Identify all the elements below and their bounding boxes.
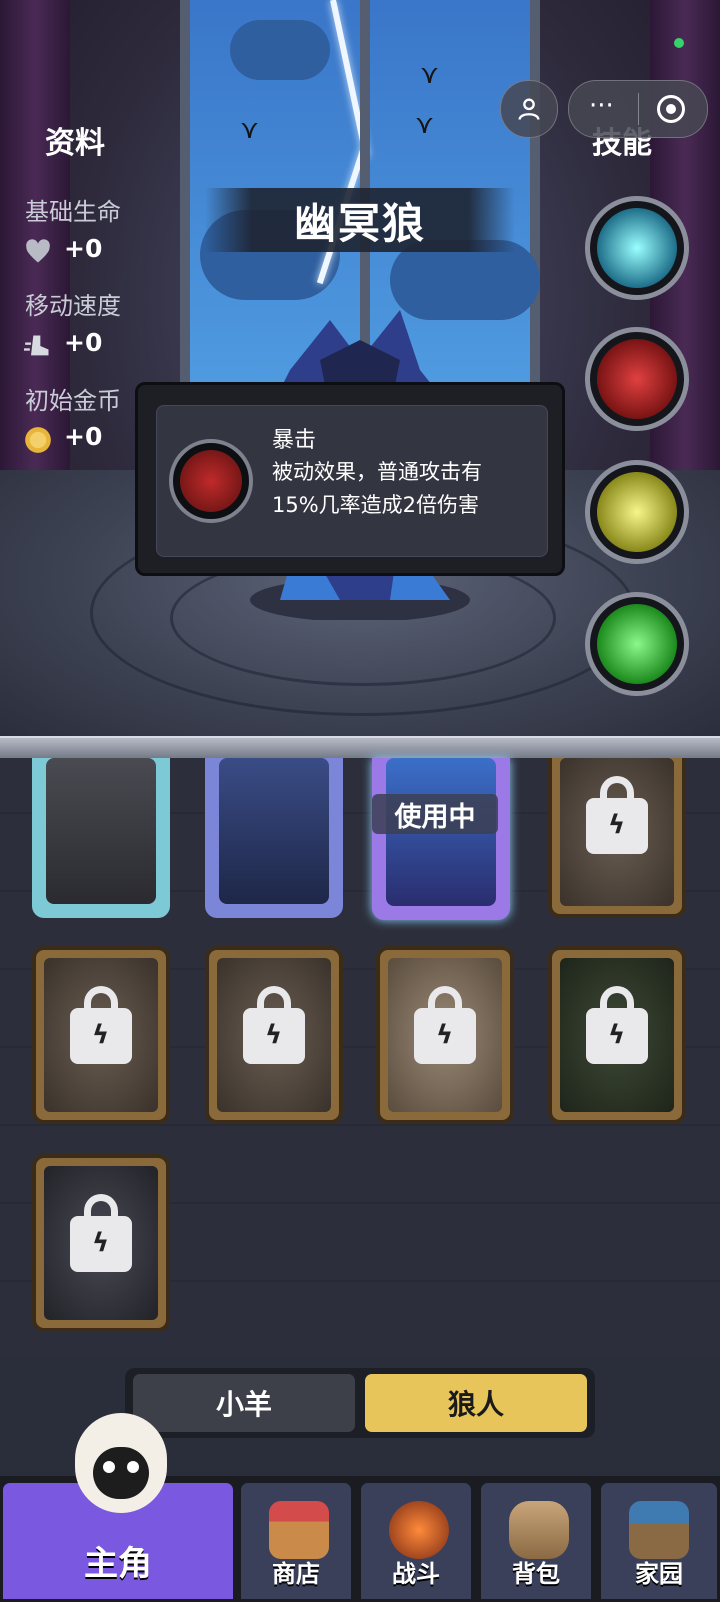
character-card-dark-wolf[interactable] <box>205 758 343 918</box>
tab-home-label: 家园 <box>635 1560 683 1588</box>
more-icon[interactable]: ··· <box>589 91 614 121</box>
stat-base-hp-value: +0 <box>64 234 103 263</box>
toggle-sheep[interactable]: 小羊 <box>133 1374 355 1432</box>
home-icon <box>629 1501 689 1559</box>
bird-icon: ⋎ <box>420 60 440 90</box>
lock-icon: ϟ <box>70 1194 132 1272</box>
tab-hero-label: 主角 <box>84 1544 152 1584</box>
tab-shop[interactable]: 商店 <box>238 1480 354 1602</box>
battle-icon <box>389 1501 449 1559</box>
stone-divider <box>0 736 720 760</box>
tab-battle-label: 战斗 <box>392 1560 440 1588</box>
tab-home[interactable]: 家园 <box>598 1480 720 1602</box>
skill-tooltip-title: 暴击 <box>272 428 317 453</box>
close-miniprogram-icon[interactable] <box>657 95 685 123</box>
tab-backpack[interactable]: 背包 <box>478 1480 594 1602</box>
stat-start-gold-label: 初始金币 <box>25 387 121 415</box>
shop-icon <box>269 1501 329 1559</box>
character-card-locked[interactable]: ϟ <box>548 946 686 1124</box>
boot-icon <box>24 335 49 356</box>
stat-move-speed-value: +0 <box>64 328 103 357</box>
sheep-icon <box>75 1413 167 1513</box>
avatar-button[interactable] <box>500 80 558 138</box>
character-card-locked[interactable]: ϟ <box>32 1154 170 1332</box>
tab-hero[interactable]: 主角 <box>0 1413 236 1602</box>
capsule-menu: ··· <box>568 80 708 138</box>
character-card-netherwolf[interactable] <box>372 758 510 920</box>
tab-battle[interactable]: 战斗 <box>358 1480 474 1602</box>
lock-icon: ϟ <box>70 986 132 1064</box>
green-aura-icon <box>597 604 677 684</box>
character-card-locked[interactable]: ϟ <box>32 946 170 1124</box>
status-dot <box>674 38 684 48</box>
toggle-werewolf[interactable]: 狼人 <box>365 1374 587 1432</box>
crossed-swords-icon <box>169 439 253 523</box>
character-card-locked[interactable]: ϟ <box>205 946 343 1124</box>
skill-tooltip-panel: 暴击 被动效果，普通攻击有15%几率造成2倍伤害 <box>156 405 548 557</box>
lock-icon: ϟ <box>586 776 648 854</box>
shield-icon <box>597 208 677 288</box>
skill-lightning-button[interactable] <box>585 460 689 564</box>
hero-scene: ⋎ ⋎ ⋎ 资料 技能 基础生命 +0 移动速度 +0 初始金币 +0 幽冥狼 … <box>0 0 720 742</box>
lock-icon: ϟ <box>414 986 476 1064</box>
backpack-icon <box>509 1501 569 1559</box>
bottom-nav: 主角 商店 战斗 背包 家园 <box>0 1413 720 1602</box>
hero-name-banner: 幽冥狼 <box>205 188 515 252</box>
character-card-shadow-wolf[interactable] <box>32 758 170 918</box>
tab-shop-label: 商店 <box>272 1560 320 1588</box>
character-card-locked[interactable]: ϟ <box>376 946 514 1124</box>
skill-poison-button[interactable] <box>585 592 689 696</box>
stat-start-gold-value: +0 <box>64 422 103 451</box>
lock-icon: ϟ <box>586 986 648 1064</box>
bird-icon: ⋎ <box>240 115 260 145</box>
profile-icon <box>518 98 540 120</box>
info-title: 资料 <box>45 126 105 161</box>
skill-critical-button[interactable] <box>585 327 689 431</box>
heart-icon <box>26 239 50 263</box>
skill-tooltip-description: 被动效果，普通攻击有15%几率造成2倍伤害 <box>272 460 482 517</box>
faction-toggle: 小羊 狼人 <box>125 1368 595 1438</box>
crossed-swords-icon <box>597 339 677 419</box>
stat-move-speed-label: 移动速度 <box>25 292 121 320</box>
in-use-badge: 使用中 <box>372 794 498 834</box>
hero-name: 幽冥狼 <box>293 198 426 248</box>
lock-icon: ϟ <box>243 986 305 1064</box>
lightning-figure-icon <box>597 472 677 552</box>
stat-base-hp-label: 基础生命 <box>25 198 121 226</box>
bird-icon: ⋎ <box>415 110 435 140</box>
coin-icon <box>25 427 51 453</box>
skill-shield-button[interactable] <box>585 196 689 300</box>
skill-tooltip: 暴击 被动效果，普通攻击有15%几率造成2倍伤害 <box>135 382 565 576</box>
tab-backpack-label: 背包 <box>512 1560 560 1588</box>
character-card-locked[interactable]: ϟ <box>548 758 686 918</box>
